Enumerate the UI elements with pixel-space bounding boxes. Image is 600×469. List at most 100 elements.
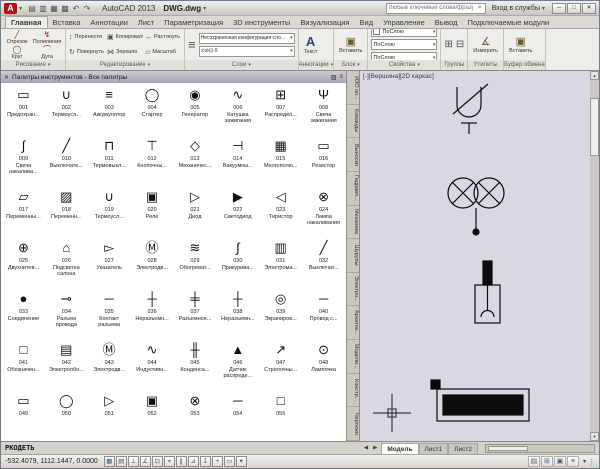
palette-category-tab[interactable]: ИЗО эл... — [347, 71, 359, 105]
undo-icon[interactable]: ↶ — [71, 3, 81, 14]
palette-tool[interactable]: ≡003Аккумулятор — [88, 85, 131, 136]
panel-label-modify[interactable]: Редактирование▾ — [66, 60, 184, 70]
palette-tool[interactable]: ⊗053 — [174, 391, 217, 441]
palette-tool[interactable]: ⊓011Термовыкл... — [88, 136, 131, 187]
layout-tab[interactable]: Лист1 — [419, 443, 449, 454]
palette-tool[interactable]: ╱010Выключате... — [45, 136, 88, 187]
workspace-icon[interactable]: ≡ — [567, 456, 579, 467]
palette-tool[interactable]: ▣020Реле — [131, 187, 174, 238]
polar-toggle[interactable]: ∠ — [140, 456, 151, 467]
palette-close-icon[interactable]: ✕ — [4, 74, 9, 81]
palette-category-tab[interactable]: Электро... — [347, 273, 359, 307]
palette-category-tab[interactable]: Модели... — [347, 340, 359, 374]
palette-autohide-icon[interactable]: ▨ — [331, 74, 337, 81]
modify-tool-button[interactable]: ⋈Зеркало — [107, 45, 143, 59]
palette-category-tab[interactable]: Констр... — [347, 374, 359, 408]
palette-tool[interactable]: ◉005Генератор — [174, 85, 217, 136]
palette-category-tab[interactable]: Выноски — [347, 138, 359, 172]
palette-tool[interactable]: ▲046Датчик распреде... — [216, 340, 259, 391]
panel-label-layers[interactable]: Слои▾ — [185, 60, 298, 70]
ribbon-tab[interactable]: Вид — [355, 17, 379, 28]
plot-icon[interactable]: ▩ — [60, 3, 70, 14]
palette-tool[interactable]: Ⓜ043Электродв... — [88, 340, 131, 391]
palette-tool[interactable]: ▨018Переменн... — [45, 187, 88, 238]
ribbon-tab[interactable]: 3D инструменты — [228, 17, 295, 28]
palette-tool[interactable]: ▷021Диод — [174, 187, 217, 238]
palette-tool[interactable]: ─035Контакт разъема — [88, 289, 131, 340]
horizontal-scrollbar[interactable] — [485, 444, 595, 453]
dynamic-input-toggle[interactable]: ⊿ — [188, 456, 199, 467]
group-icon[interactable]: ⊞ — [444, 39, 452, 50]
modify-tool-button[interactable]: ▣Копировать — [107, 30, 143, 44]
layer-combo[interactable]: ⊙⊘⊡ 0▾ — [199, 46, 295, 57]
palette-tool[interactable]: ◁023Тиристор — [259, 187, 302, 238]
layout-next-icon[interactable]: ▶ — [372, 445, 378, 451]
palette-tool[interactable]: ╱032Выключат... — [302, 238, 345, 289]
ribbon-tab[interactable]: Главная — [5, 16, 48, 28]
palette-tool[interactable]: ⊣014Вакуумны... — [216, 136, 259, 187]
panel-label-block[interactable]: Блок▾ — [334, 60, 367, 70]
command-line-text[interactable]: РКОДЕТЬ — [5, 444, 35, 452]
close-button[interactable]: ✕ — [582, 3, 596, 14]
ribbon-tab[interactable]: Параметризация — [159, 17, 228, 28]
palette-tool[interactable]: ⊤012Кнопочны... — [131, 136, 174, 187]
palette-tool[interactable]: ∫009Свеча накалива... — [2, 136, 45, 187]
draw-tool-button[interactable]: ↯Полилиния — [32, 30, 62, 45]
open-icon[interactable]: ▥ — [38, 3, 48, 14]
status-menu-icon[interactable]: ▾ — [583, 458, 586, 465]
annotation-scale-icon[interactable]: ▣ — [554, 456, 566, 467]
panel-expand-icon[interactable]: ▾ — [417, 62, 420, 68]
minimize-button[interactable]: ─ — [552, 3, 566, 14]
annotation-monitor-toggle[interactable]: ▾ — [236, 456, 247, 467]
ribbon-tab[interactable]: Аннотации — [85, 17, 133, 28]
osnap-toggle[interactable]: ⊡ — [152, 456, 163, 467]
layout-prev-icon[interactable]: ◀ — [363, 445, 369, 451]
palette-tool[interactable]: ▱017Переменны... — [2, 187, 45, 238]
ribbon-tab[interactable]: Вставка — [48, 17, 86, 28]
panel-expand-icon[interactable]: ▾ — [48, 62, 51, 68]
palette-tool[interactable]: ◯004Стартер — [131, 85, 174, 136]
panel-label-annotation[interactable]: Аннотации▾ — [299, 60, 334, 70]
panel-label-groups[interactable]: Группы — [441, 60, 467, 70]
palette-tool[interactable]: ⊸034Разъем провода — [45, 289, 88, 340]
hscroll-thumb[interactable] — [488, 446, 528, 451]
palette-tool[interactable]: ▶022Светодиод — [216, 187, 259, 238]
scroll-up-icon[interactable]: ▲ — [590, 71, 599, 80]
palette-tool[interactable]: ∪002Термоусл... — [45, 85, 88, 136]
palette-tool[interactable]: ∫030Прикурива... — [216, 238, 259, 289]
panel-expand-icon[interactable]: ▾ — [357, 62, 360, 68]
palette-tool[interactable]: ≋029Обогреват... — [174, 238, 217, 289]
palette-tool[interactable]: □041Обозначен... — [2, 340, 45, 391]
app-menu-arrow-icon[interactable]: ▾ — [19, 5, 22, 12]
signin-dropdown-icon[interactable]: ▾ — [542, 5, 545, 12]
ribbon-tab[interactable]: Визуализация — [295, 17, 354, 28]
palette-tool[interactable]: Ⓜ028Электродв... — [131, 238, 174, 289]
layout-tab[interactable]: Модель — [381, 443, 418, 454]
layer-properties-icon[interactable]: ≡ — [188, 38, 196, 52]
palette-tool[interactable]: ◎039Экраниров... — [259, 289, 302, 340]
palette-tool[interactable]: ▻027Указатель — [88, 238, 131, 289]
search-icon[interactable]: ⌕ — [475, 4, 485, 12]
palette-category-tab[interactable]: Гидравл... — [347, 172, 359, 206]
palette-category-tab[interactable]: Архитек... — [347, 306, 359, 340]
scroll-down-icon[interactable]: ▼ — [590, 432, 599, 441]
palette-tool[interactable]: Ψ008Свеча зажигания — [302, 85, 345, 136]
scroll-thumb[interactable] — [590, 98, 599, 156]
combo-arrow-icon[interactable]: ▾ — [433, 42, 436, 48]
redo-icon[interactable]: ↷ — [82, 3, 92, 14]
modify-tool-button[interactable]: ↻Повернуть — [69, 45, 105, 59]
layer-state-combo[interactable]: Несохраненная конфигурация сло...▾ — [199, 33, 295, 44]
palette-tool[interactable]: ▣052 — [131, 391, 174, 441]
quick-view-icon[interactable]: ⊞ — [541, 456, 553, 467]
palette-tool[interactable]: ⊞007Распредел... — [259, 85, 302, 136]
lineweight-combo[interactable]: ПоСлою▾ — [371, 52, 437, 60]
panel-label-draw[interactable]: Рисование▾ — [1, 60, 65, 70]
quick-properties-toggle[interactable]: + — [212, 456, 223, 467]
grid-toggle[interactable]: ▤ — [116, 456, 127, 467]
palette-tool[interactable]: ∪019Термоусл... — [88, 187, 131, 238]
palette-tool[interactable]: ◯050 — [45, 391, 88, 441]
ortho-toggle[interactable]: ⊥ — [128, 456, 139, 467]
group-icon[interactable]: ⊟ — [456, 39, 464, 50]
ribbon-tab[interactable]: Вывод — [430, 17, 463, 28]
modify-tool-button[interactable]: ↔Растянуть — [145, 30, 181, 44]
